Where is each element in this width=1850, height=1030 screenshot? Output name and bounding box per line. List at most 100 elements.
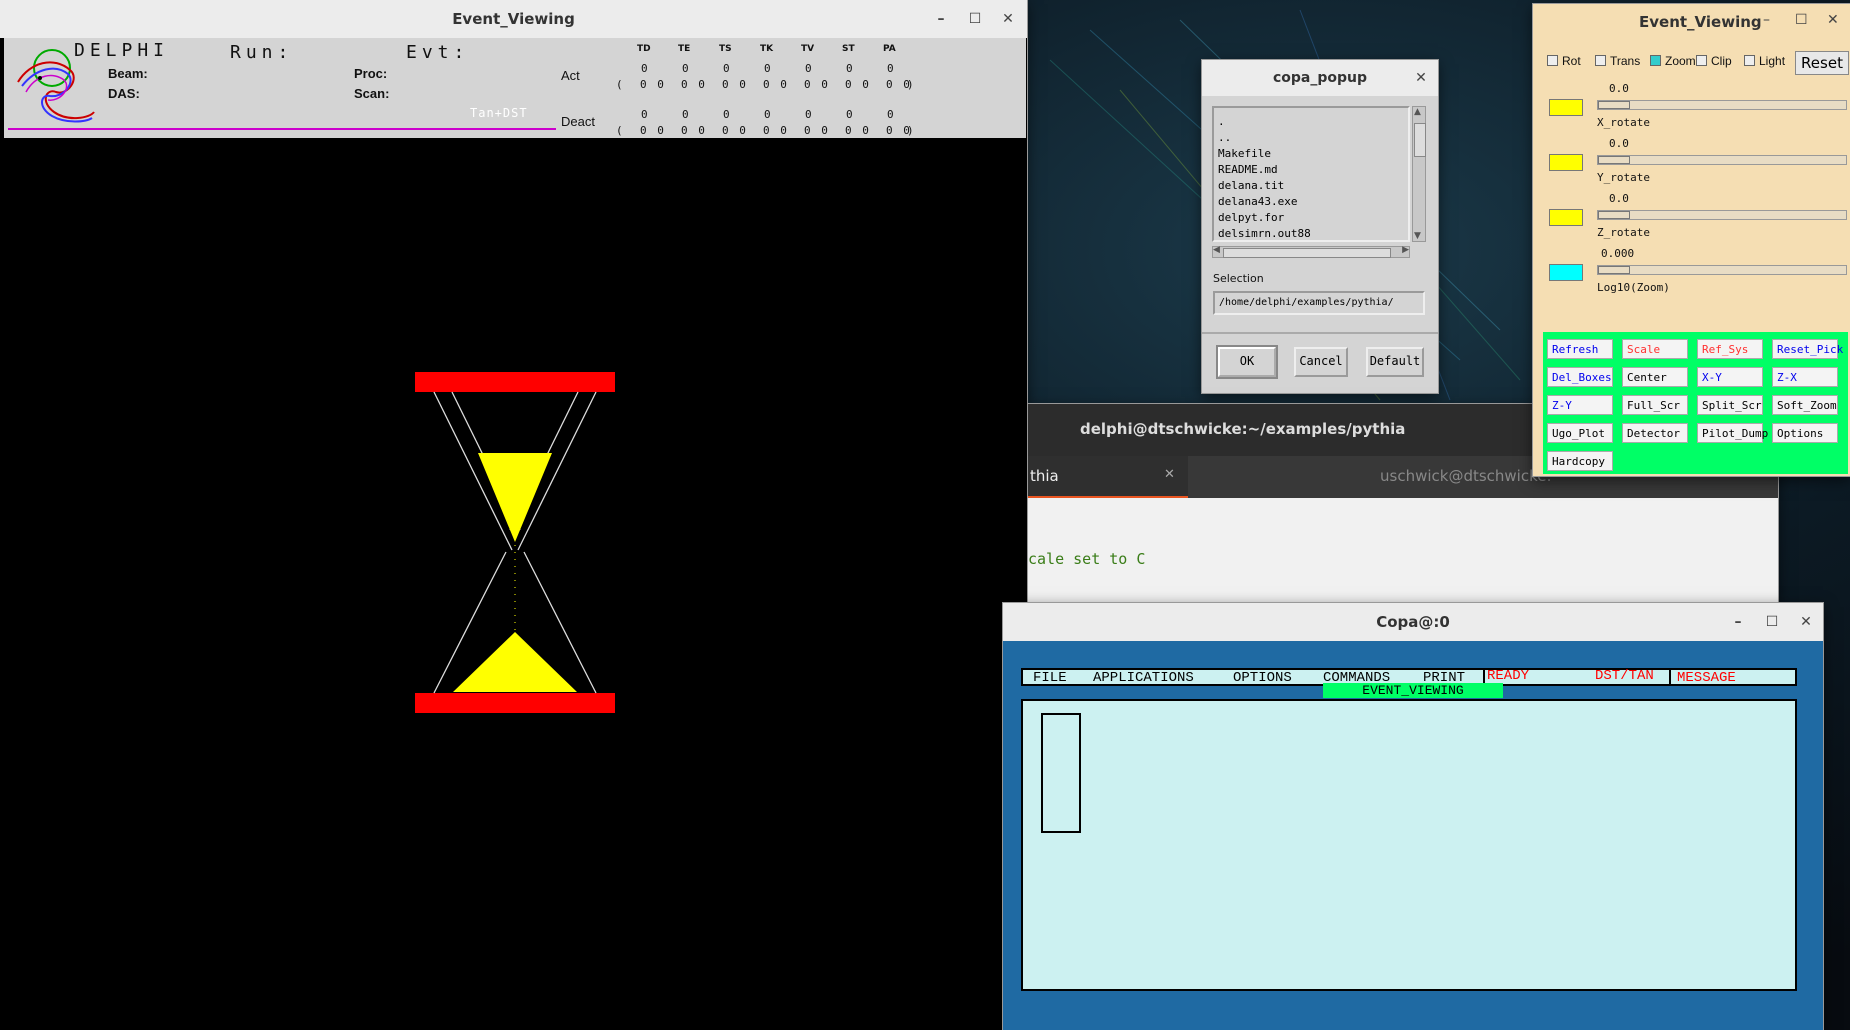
y-rotate-slider[interactable] <box>1597 155 1847 165</box>
z-rotate-slider[interactable] <box>1597 210 1847 220</box>
slider-value: 0.0 <box>1609 192 1629 205</box>
ref-sys-button[interactable]: Ref_Sys <box>1697 339 1763 359</box>
refresh-button[interactable]: Refresh <box>1547 339 1613 359</box>
del-boxes-button[interactable]: Del_Boxes <box>1547 367 1613 387</box>
list-item[interactable]: . <box>1218 114 1311 130</box>
list-item[interactable]: delana43.exe <box>1218 194 1311 210</box>
minimize-icon[interactable]: – <box>930 0 952 38</box>
control-title: Event_Viewing <box>1639 13 1762 31</box>
clip-checkbox[interactable]: Clip <box>1696 54 1732 68</box>
zoom-slider[interactable] <box>1597 265 1847 275</box>
copa-frame-box[interactable] <box>1041 713 1081 833</box>
close-icon[interactable]: ✕ <box>1827 12 1839 28</box>
deact-open-paren: ( <box>616 124 625 137</box>
full-scr-button[interactable]: Full_Scr <box>1622 395 1688 415</box>
color-swatch <box>1549 154 1583 171</box>
list-item[interactable]: delpyt.for <box>1218 210 1311 226</box>
terminal-tab-2[interactable]: uschwick@dtschwicke: <box>1380 467 1552 485</box>
copa-titlebar[interactable]: Copa@:0 – ☐ ✕ <box>1003 603 1823 641</box>
color-swatch <box>1549 209 1583 226</box>
close-icon[interactable]: ✕ <box>1410 60 1432 96</box>
maximize-icon[interactable]: ☐ <box>964 0 986 38</box>
scroll-up-icon[interactable]: ▲ <box>1414 107 1421 117</box>
minimize-icon[interactable]: – <box>1763 12 1770 28</box>
act-label: Act <box>561 68 580 83</box>
slider-knob[interactable] <box>1598 266 1630 274</box>
scroll-thumb[interactable] <box>1414 123 1426 157</box>
tab-label: thia <box>1030 467 1059 485</box>
selection-input[interactable]: /home/delphi/examples/pythia/ <box>1213 291 1425 315</box>
trans-checkbox[interactable]: Trans <box>1595 54 1640 68</box>
close-icon[interactable]: ✕ <box>1795 603 1817 641</box>
checkbox-label: Zoom <box>1665 54 1696 68</box>
scroll-left-icon[interactable]: ◀ <box>1213 245 1220 255</box>
zoom-checkbox[interactable]: Zoom <box>1650 54 1696 68</box>
menu-file[interactable]: FILE <box>1033 670 1067 686</box>
default-button[interactable]: Default <box>1366 347 1424 377</box>
status-box: READY DST/TAN <box>1483 668 1671 686</box>
file-list[interactable]: . .. Makefile README.md delana.tit delan… <box>1212 106 1410 242</box>
menu-applications[interactable]: APPLICATIONS <box>1093 670 1194 686</box>
act-single: 0 <box>764 62 773 75</box>
list-item[interactable]: README.md <box>1218 162 1311 178</box>
list-item[interactable]: Makefile <box>1218 146 1311 162</box>
das-label: DAS: <box>108 86 140 101</box>
event-header-panel: DELPHI Run: Evt: Beam: Proc: DAS: Scan: … <box>4 38 1026 138</box>
deact-single: 0 <box>805 108 814 121</box>
list-item[interactable]: .. <box>1218 130 1311 146</box>
ugo-plot-button[interactable]: Ugo_Plot <box>1547 423 1613 443</box>
vertical-scrollbar[interactable]: ▲ ▼ <box>1412 106 1426 242</box>
z-x-button[interactable]: Z-X <box>1772 367 1838 387</box>
soft-zoom-button[interactable]: Soft_Zoom <box>1772 395 1838 415</box>
scan-label: Scan: <box>354 86 390 101</box>
hscroll-thumb[interactable] <box>1223 248 1391 258</box>
control-titlebar[interactable]: Event_Viewing – ☐ ✕ <box>1533 4 1850 40</box>
event-viewing-titlebar[interactable]: Event_Viewing – ☐ ✕ <box>0 0 1027 38</box>
slider-knob[interactable] <box>1598 156 1630 164</box>
deact-pair: 0 0 <box>640 124 666 137</box>
z-y-button[interactable]: Z-Y <box>1547 395 1613 415</box>
cancel-button[interactable]: Cancel <box>1294 347 1348 377</box>
act-open-paren: ( <box>616 78 625 91</box>
act-pair: 0 0 <box>681 78 707 91</box>
maximize-icon[interactable]: ☐ <box>1761 603 1783 641</box>
slider-label: Z_rotate <box>1597 226 1650 239</box>
split-scr-button[interactable]: Split_Scr <box>1697 395 1763 415</box>
center-button[interactable]: Center <box>1622 367 1688 387</box>
horizontal-scrollbar[interactable]: ◀ ▶ <box>1212 245 1410 258</box>
close-icon[interactable]: ✕ <box>1164 467 1175 482</box>
maximize-icon[interactable]: ☐ <box>1795 12 1808 28</box>
checkbox-label: Light <box>1759 54 1786 68</box>
status-dst-tan: DST/TAN <box>1595 668 1654 684</box>
close-icon[interactable]: ✕ <box>997 0 1019 38</box>
popup-titlebar[interactable]: copa_popup ✕ <box>1202 60 1438 96</box>
options-button[interactable]: Options <box>1772 423 1838 443</box>
status-message: MESSAGE <box>1677 670 1736 686</box>
scale-button[interactable]: Scale <box>1622 339 1688 359</box>
x-rotate-slider[interactable] <box>1597 100 1847 110</box>
pilot-dump-button[interactable]: Pilot_Dump <box>1697 423 1768 443</box>
list-item[interactable]: delana.tit <box>1218 178 1311 194</box>
ok-button[interactable]: OK <box>1218 347 1276 377</box>
event-viewing-tag[interactable]: EVENT_VIEWING <box>1323 683 1503 698</box>
scroll-down-icon[interactable]: ▼ <box>1414 231 1421 241</box>
act-pair: 0 0 <box>763 78 789 91</box>
slider-knob[interactable] <box>1598 211 1630 219</box>
light-checkbox[interactable]: Light <box>1744 54 1785 68</box>
reset-button[interactable]: Reset <box>1795 51 1849 75</box>
hardcopy-button[interactable]: Hardcopy <box>1547 451 1613 471</box>
checkbox-box <box>1696 55 1707 66</box>
slider-knob[interactable] <box>1598 101 1630 109</box>
minimize-icon[interactable]: – <box>1727 603 1749 641</box>
file-list-items: . .. Makefile README.md delana.tit delan… <box>1218 114 1311 242</box>
x-y-button[interactable]: X-Y <box>1697 367 1763 387</box>
scroll-right-icon[interactable]: ▶ <box>1402 245 1409 255</box>
list-item[interactable]: delsimrn.out88 <box>1218 226 1311 242</box>
rot-checkbox[interactable]: Rot <box>1547 54 1581 68</box>
terminal-tab-active[interactable]: thia ✕ <box>1028 456 1188 498</box>
detector-button[interactable]: Detector <box>1622 423 1688 443</box>
act-single: 0 <box>723 62 732 75</box>
reset-pick-button[interactable]: Reset_Pick <box>1772 339 1843 359</box>
button-grid-panel: Refresh Scale Ref_Sys Reset_Pick Del_Box… <box>1543 332 1848 474</box>
menu-options[interactable]: OPTIONS <box>1233 670 1292 686</box>
